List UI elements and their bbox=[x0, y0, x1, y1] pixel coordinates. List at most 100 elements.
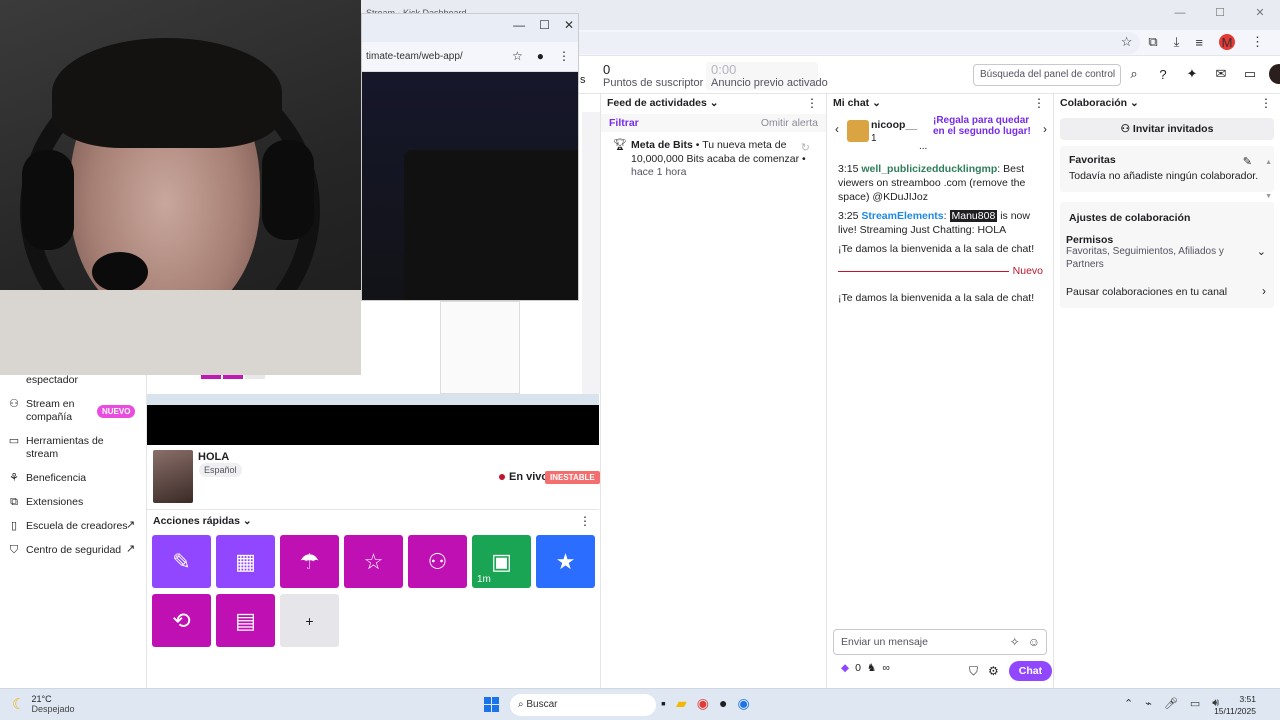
nested-page-content bbox=[362, 72, 578, 300]
pause-collabs-row[interactable]: Pausar colaboraciones en tu canal bbox=[1066, 286, 1227, 298]
predictions-tile[interactable]: ☂ bbox=[280, 535, 339, 588]
layout-tile[interactable]: ▤ bbox=[216, 594, 275, 647]
reset-tile[interactable]: ⟲ bbox=[152, 594, 211, 647]
settings-gear-icon[interactable]: ⚙ bbox=[988, 664, 999, 678]
edit-stream-info-tile[interactable]: ✎ bbox=[152, 535, 211, 588]
whispers-icon[interactable]: ▭ bbox=[1240, 66, 1260, 82]
help-icon[interactable]: ? bbox=[1153, 67, 1173, 82]
sidebar-item-creator-school[interactable]: ▯ Escuela de creadores bbox=[8, 520, 128, 533]
nested-close-button[interactable]: ✕ bbox=[564, 18, 574, 32]
nested-profile-icon[interactable]: ● bbox=[537, 49, 544, 63]
collab-menu-icon[interactable]: ⋮ bbox=[1260, 96, 1272, 110]
close-button[interactable]: ✕ bbox=[1240, 0, 1280, 28]
taskbar-search[interactable]: ⌕ Buscar bbox=[510, 694, 656, 716]
nested-minimize-button[interactable]: — bbox=[513, 18, 525, 32]
chevron-left-icon[interactable]: ‹ bbox=[835, 122, 839, 136]
skip-alert-button[interactable]: Omitir alerta bbox=[761, 117, 818, 129]
sub-points-stat: 0 Puntos de suscriptor bbox=[603, 62, 703, 89]
featured-tile[interactable]: ★ bbox=[536, 535, 595, 588]
trophy-icon: 🏆︎ bbox=[613, 139, 627, 151]
nested-bookmark-icon[interactable]: ☆ bbox=[512, 49, 523, 63]
chat-username[interactable]: StreamElements bbox=[861, 210, 943, 222]
chevron-up-icon[interactable]: ⌃ bbox=[1124, 697, 1133, 710]
bookmark-star-icon[interactable]: ☆ bbox=[1121, 34, 1133, 50]
nested-address-bar[interactable]: timate-team/web-app/ ☆ ● ⋮ bbox=[362, 42, 578, 72]
sidebar-item-viewer[interactable]: espectador bbox=[8, 374, 78, 387]
chevron-right-icon[interactable]: › bbox=[1262, 284, 1266, 298]
quick-actions-title[interactable]: Acciones rápidas ⌄ bbox=[153, 515, 252, 527]
nested-menu-icon[interactable]: ⋮ bbox=[558, 49, 570, 63]
user-avatar[interactable] bbox=[1269, 64, 1280, 84]
file-explorer-icon[interactable]: ▰ bbox=[676, 695, 687, 712]
stream-thumbnail[interactable] bbox=[153, 450, 193, 503]
address-bar[interactable] bbox=[560, 32, 1140, 54]
channel-points-icon[interactable]: ♞ bbox=[867, 662, 876, 674]
weather-widget[interactable]: ☾ 21°C Despejado bbox=[12, 694, 74, 714]
chrome-icon[interactable]: ◉ bbox=[697, 695, 709, 712]
add-guest-tile[interactable]: ⚇ bbox=[408, 535, 467, 588]
chat-menu-icon[interactable]: ⋮ bbox=[1033, 96, 1045, 110]
app-icon[interactable]: ● bbox=[719, 695, 727, 712]
mod-shield-icon[interactable]: ⛉ bbox=[969, 664, 978, 679]
replay-icon[interactable]: ↻ bbox=[801, 141, 810, 154]
network-icon[interactable]: ⌁ bbox=[1145, 697, 1152, 710]
highlight-tile[interactable]: ☆ bbox=[344, 535, 403, 588]
sparkle-icon[interactable]: ✦ bbox=[1182, 66, 1202, 82]
sidebar-item-safety-center[interactable]: ⛉ Centro de seguridad bbox=[8, 544, 121, 557]
run-ad-tile[interactable]: ▣ 1m bbox=[472, 535, 531, 588]
activity-menu-icon[interactable]: ⋮ bbox=[806, 96, 818, 110]
filter-button[interactable]: Filtrar bbox=[609, 117, 639, 129]
new-badge: NUEVO bbox=[97, 405, 136, 418]
inbox-icon[interactable]: ✉ bbox=[1211, 66, 1231, 82]
permissions-title[interactable]: Permisos bbox=[1066, 234, 1113, 246]
download-icon[interactable]: ⤓ bbox=[1174, 34, 1180, 50]
points-count: ∞ bbox=[882, 662, 890, 674]
profile-avatar[interactable]: M bbox=[1219, 34, 1235, 50]
windows-start-icon[interactable] bbox=[484, 697, 500, 713]
sidebar-item-charity[interactable]: ⚘ Beneficencia bbox=[8, 472, 86, 485]
chat-send-button[interactable]: Chat bbox=[1008, 661, 1053, 681]
microphone-icon[interactable]: 🎤︎ bbox=[1164, 697, 1178, 710]
new-messages-divider: Nuevo bbox=[838, 264, 1043, 278]
minimize-button[interactable]: — bbox=[1160, 0, 1200, 28]
cheer-icon[interactable]: ✧ bbox=[1010, 630, 1020, 654]
media-control-icon[interactable]: ≡ bbox=[1195, 35, 1203, 50]
chat-title[interactable]: Mi chat ⌄ bbox=[833, 97, 881, 109]
display-icon[interactable]: ▭ bbox=[1190, 697, 1200, 710]
nested-maximize-button[interactable]: ☐ bbox=[539, 18, 550, 32]
chat-time: 3:15 bbox=[838, 163, 859, 175]
menu-kebab-icon[interactable]: ⋮ bbox=[1251, 34, 1264, 50]
task-view-icon[interactable]: ▪ bbox=[661, 695, 666, 712]
sidebar-item-together[interactable]: ⚇ Stream en compañía bbox=[8, 398, 96, 424]
sidebar-item-extensions[interactable]: ⧉ Extensiones bbox=[8, 496, 83, 509]
quick-actions-menu-icon[interactable]: ⋮ bbox=[579, 514, 591, 528]
add-person-icon: ⚇ bbox=[427, 548, 448, 574]
bits-count: 0 bbox=[855, 662, 861, 674]
language-tag: Español bbox=[199, 463, 242, 477]
chrome-icon[interactable]: ◉ bbox=[737, 695, 749, 712]
chat-mention[interactable]: Manu808 bbox=[949, 210, 998, 222]
top-bar-icons: ⌕ ? ✦ ✉ ▭ bbox=[1124, 64, 1280, 84]
chat-username[interactable]: well_publicizedducklingmp bbox=[861, 163, 997, 175]
sidebar-item-stream-tools[interactable]: ▭ Herramientas de stream bbox=[8, 435, 106, 461]
chevron-right-icon[interactable]: › bbox=[1043, 122, 1047, 136]
search-icon[interactable]: ⌕ bbox=[1124, 66, 1144, 82]
clip-tile[interactable]: ▦ bbox=[216, 535, 275, 588]
chat-input[interactable]: Enviar un mensaje ✧ ☺ bbox=[833, 629, 1047, 655]
dashboard-search-input[interactable]: Búsqueda del panel de control bbox=[973, 64, 1121, 86]
clock[interactable]: 3:51 15/11/2025 bbox=[1214, 693, 1256, 717]
add-quick-action-button[interactable]: + bbox=[280, 594, 339, 647]
plus-icon: + bbox=[305, 612, 314, 629]
extensions-icon[interactable]: ⧉ bbox=[1148, 34, 1157, 50]
collab-title[interactable]: Colaboración ⌄ bbox=[1060, 97, 1139, 109]
quick-actions-header: Acciones rápidas ⌄ ⋮ bbox=[147, 509, 599, 531]
activity-feed-title[interactable]: Feed de actividades ⌄ bbox=[607, 97, 719, 109]
divider-line bbox=[838, 270, 1009, 272]
invite-guests-button[interactable]: ⚇ Invitar invitados bbox=[1060, 118, 1274, 140]
pencil-icon[interactable]: ✎ bbox=[1243, 155, 1252, 168]
video-player[interactable] bbox=[147, 405, 599, 445]
chevron-down-icon[interactable]: ⌄ bbox=[1257, 245, 1266, 258]
emoji-icon[interactable]: ☺ bbox=[1028, 630, 1040, 654]
window-controls: — ☐ ✕ bbox=[1160, 0, 1280, 28]
maximize-button[interactable]: ☐ bbox=[1200, 0, 1240, 28]
